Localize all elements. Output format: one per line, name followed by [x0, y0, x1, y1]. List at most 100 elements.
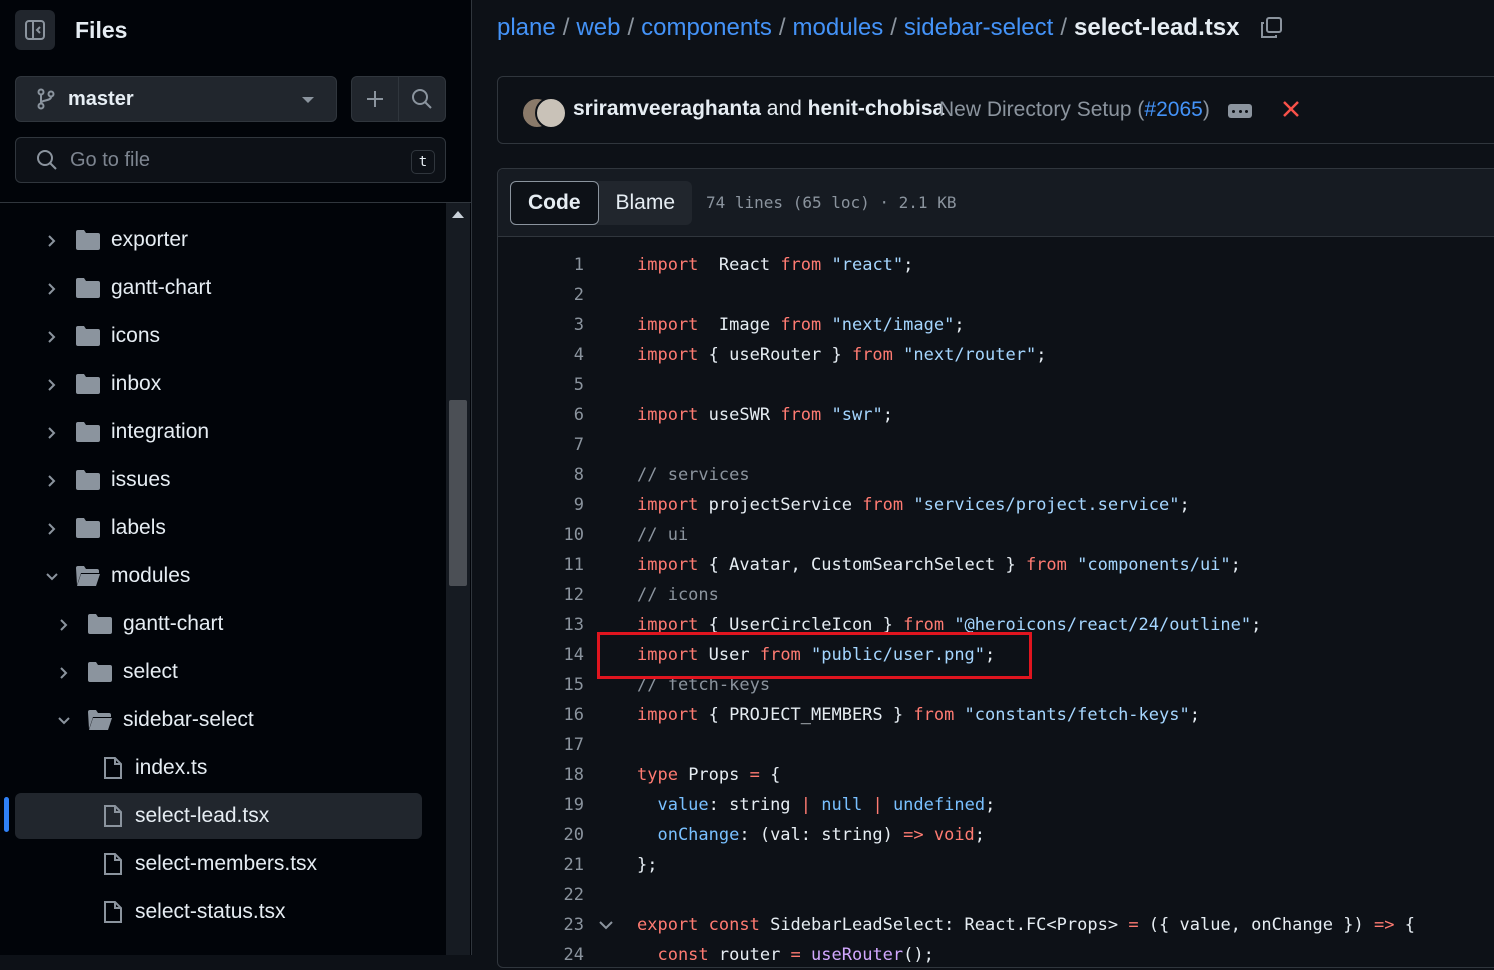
code-text: // services: [637, 465, 750, 485]
line-number[interactable]: 24: [524, 940, 584, 970]
line-number[interactable]: 7: [524, 430, 584, 460]
line-number[interactable]: 1: [524, 250, 584, 280]
tree-folder[interactable]: icons: [15, 313, 422, 359]
chevron-right-icon[interactable]: [43, 280, 61, 298]
search-files-button[interactable]: [398, 77, 445, 121]
code-line: 24 const router = useRouter();: [498, 940, 1494, 970]
tree-folder[interactable]: gantt-chart: [15, 265, 422, 311]
code-line: 5: [498, 370, 1494, 400]
code-text: type Props = {: [637, 765, 781, 785]
line-number[interactable]: 10: [524, 520, 584, 550]
line-number[interactable]: 21: [524, 850, 584, 880]
file-icon: [104, 853, 122, 875]
tree-folder[interactable]: labels: [15, 505, 422, 551]
tree-file[interactable]: select-lead.tsx: [15, 793, 422, 839]
tree-item-label: sidebar-select: [123, 708, 254, 731]
author-joiner: and: [766, 97, 802, 120]
fold-chevron-down-icon[interactable]: [598, 919, 614, 931]
tree-item-label: inbox: [111, 372, 162, 395]
line-number[interactable]: 14: [524, 640, 584, 670]
breadcrumb-link[interactable]: sidebar-select: [904, 14, 1053, 42]
tab-code[interactable]: Code: [510, 181, 599, 225]
chevron-down-icon[interactable]: [55, 712, 73, 730]
folder-icon: [88, 662, 112, 682]
author-link[interactable]: sriramveeraghanta: [573, 97, 761, 120]
expand-commit-button[interactable]: [1228, 104, 1252, 118]
line-number[interactable]: 18: [524, 760, 584, 790]
tree-folder[interactable]: inbox: [15, 361, 422, 407]
tree-folder[interactable]: sidebar-select: [15, 697, 422, 743]
breadcrumb-link[interactable]: components: [641, 14, 772, 42]
tree-folder[interactable]: integration: [15, 409, 422, 455]
breadcrumb-link[interactable]: web: [576, 14, 620, 42]
code-text: value: string | null | undefined;: [637, 795, 996, 815]
sidebar-collapse-button[interactable]: [15, 10, 55, 50]
chevron-right-icon[interactable]: [43, 232, 61, 250]
tree-file[interactable]: select-members.tsx: [15, 841, 422, 887]
tree-folder[interactable]: issues: [15, 457, 422, 503]
line-number[interactable]: 17: [524, 730, 584, 760]
sidebar-title: Files: [75, 16, 128, 43]
code-line: 9 import projectService from "services/pr…: [498, 490, 1494, 520]
chevron-right-icon[interactable]: [55, 664, 73, 682]
line-number[interactable]: 12: [524, 580, 584, 610]
scroll-up-arrow-icon[interactable]: [452, 211, 464, 218]
line-number[interactable]: 9: [524, 490, 584, 520]
line-number[interactable]: 16: [524, 700, 584, 730]
code-line: 11 import { Avatar, CustomSearchSelect } …: [498, 550, 1494, 580]
status-fail-x-icon[interactable]: [1281, 99, 1301, 119]
line-number[interactable]: 4: [524, 340, 584, 370]
chevron-right-icon[interactable]: [43, 328, 61, 346]
line-number[interactable]: 22: [524, 880, 584, 910]
latest-commit-bar: sriramveeraghanta and henit-chobisa New …: [497, 76, 1494, 144]
folder-icon: [76, 470, 100, 490]
line-number[interactable]: 19: [524, 790, 584, 820]
chevron-right-icon[interactable]: [43, 472, 61, 490]
line-number[interactable]: 23: [524, 910, 584, 940]
tree-file[interactable]: index.ts: [15, 745, 422, 791]
line-number[interactable]: 11: [524, 550, 584, 580]
branch-selector[interactable]: master: [15, 76, 337, 122]
author-link[interactable]: henit-chobisa: [808, 97, 945, 120]
line-number[interactable]: 6: [524, 400, 584, 430]
line-number[interactable]: 3: [524, 310, 584, 340]
tree-item-label: select-status.tsx: [135, 900, 286, 923]
line-number[interactable]: 5: [524, 370, 584, 400]
code-line: 20 onChange: (val: string) => void;: [498, 820, 1494, 850]
breadcrumb-link[interactable]: plane: [497, 14, 556, 42]
main-content: plane / web / components / modules / sidebar-sel…: [472, 0, 1494, 968]
code-line: 15 // fetch-keys: [498, 670, 1494, 700]
author-avatars[interactable]: [521, 95, 567, 129]
line-number[interactable]: 8: [524, 460, 584, 490]
chevron-right-icon[interactable]: [55, 616, 73, 634]
line-number[interactable]: 20: [524, 820, 584, 850]
search-icon: [37, 150, 57, 170]
file-tree: exporter gantt-chart icons inbox integration…: [0, 216, 445, 955]
folder-icon: [76, 422, 100, 442]
folder-open-icon: [76, 566, 100, 586]
pull-request-link[interactable]: #2065: [1144, 98, 1202, 121]
add-file-button[interactable]: [352, 77, 398, 121]
tree-folder[interactable]: modules: [15, 553, 422, 599]
tab-blame[interactable]: Blame: [599, 181, 693, 225]
line-number[interactable]: 2: [524, 280, 584, 310]
line-number[interactable]: 15: [524, 670, 584, 700]
commit-message[interactable]: New Directory Setup (#2065): [939, 98, 1210, 122]
tree-folder[interactable]: exporter: [15, 217, 422, 263]
code-text: onChange: (val: string) => void;: [637, 825, 986, 845]
tree-folder[interactable]: gantt-chart: [15, 601, 422, 647]
chevron-right-icon[interactable]: [43, 424, 61, 442]
breadcrumb-link[interactable]: modules: [793, 14, 884, 42]
go-to-file-input[interactable]: Go to file t: [15, 137, 446, 183]
chevron-down-icon[interactable]: [43, 568, 61, 586]
tree-item-label: gantt-chart: [123, 612, 224, 635]
tree-folder[interactable]: select: [15, 649, 422, 695]
scrollbar-thumb[interactable]: [449, 400, 467, 586]
code-line: 6 import useSWR from "swr";: [498, 400, 1494, 430]
line-number[interactable]: 13: [524, 610, 584, 640]
copy-path-button[interactable]: [1259, 16, 1283, 40]
tree-file[interactable]: select-status.tsx: [15, 889, 422, 935]
chevron-right-icon[interactable]: [43, 376, 61, 394]
chevron-right-icon[interactable]: [43, 520, 61, 538]
code-text: import React from "react";: [637, 255, 914, 275]
